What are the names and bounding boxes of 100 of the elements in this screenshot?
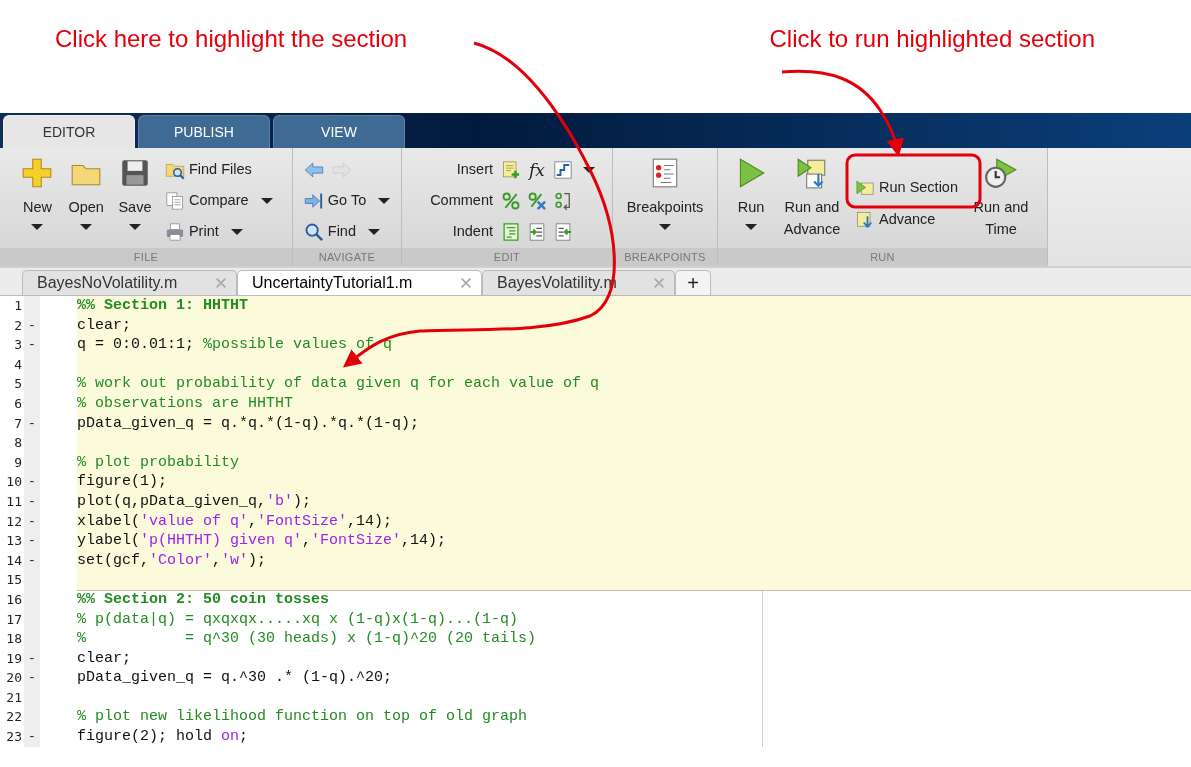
percent-remove-icon	[527, 190, 547, 211]
code-line: ylabel('p(HHTHT) given q','FontSize',14);	[77, 532, 447, 550]
toolbar-button[interactable]: Compare	[162, 185, 275, 216]
indent-icon	[527, 221, 547, 242]
toolstrip-tab[interactable]: EDITOR	[3, 115, 135, 148]
line-number: 1	[13, 297, 23, 315]
smart-indent-icon	[501, 221, 521, 242]
line-number: 14	[5, 551, 23, 570]
toolbar-button[interactable]	[553, 159, 573, 180]
code-line: clear;	[77, 316, 131, 334]
toolbar-button[interactable]	[553, 221, 573, 242]
code-line: % p(data|q) = qxqxqx.....xq x (1-q)x(1-q)...(1-q)	[77, 610, 519, 628]
group-label: BREAKPOINTS	[613, 248, 717, 266]
percent-icon	[501, 190, 521, 211]
code-line: % plot new likelihood function on top of old graph	[77, 708, 528, 726]
code-line: pData_given_q = q.*q.*(1-q).*q.*(1-q);	[77, 414, 420, 432]
file-tab[interactable]: UncertaintyTutorial1.m	[237, 270, 482, 295]
insert-document-icon	[501, 159, 521, 180]
run-section-icon	[855, 178, 875, 198]
toolbar-button[interactable]	[553, 190, 573, 211]
toolbar-button[interactable]: Run and Advance	[779, 154, 845, 248]
stopwatch-play-icon	[984, 156, 1018, 190]
executable-marker: -	[28, 415, 36, 431]
line-number: 16	[5, 590, 23, 609]
group-label: RUN	[718, 248, 1047, 266]
line-number: 7	[13, 414, 23, 433]
percent-wrap-icon	[553, 190, 573, 211]
new-tab-button[interactable]: +	[675, 270, 711, 295]
line-number: 12	[5, 512, 23, 531]
executable-marker: -	[28, 317, 36, 333]
code-line: xlabel('value of q','FontSize',14);	[77, 512, 393, 530]
documents-icon	[164, 190, 185, 211]
toolbar-button[interactable]: Print	[162, 216, 275, 247]
file-tab[interactable]: BayesNoVolatility.m	[22, 270, 237, 295]
advance-icon	[855, 210, 875, 230]
toolbar-button[interactable]: Run Section	[853, 172, 960, 204]
line-number: 3	[13, 336, 23, 355]
toolbar-button[interactable]: Breakpoints	[623, 154, 707, 248]
executable-marker: -	[28, 650, 36, 666]
toolbar-button[interactable]	[501, 221, 521, 242]
toolbar-button[interactable]: Advance	[853, 204, 960, 236]
line-number: 15	[5, 571, 23, 590]
close-icon	[459, 276, 473, 290]
code-line: pData_given_q = q.^30 .* (1-q).^20;	[77, 669, 393, 687]
line-number: 4	[13, 355, 23, 374]
line-number: 5	[13, 375, 23, 394]
toolbar-button[interactable]: New	[17, 154, 58, 248]
code-line: figure(1);	[77, 473, 167, 491]
executable-marker: -	[28, 533, 36, 549]
line-number: 21	[5, 688, 23, 707]
code-line: q = 0:0.01:1; %possible values of q	[77, 336, 393, 354]
code-line: % plot probability	[77, 453, 240, 471]
code-line: %% Section 1: HHTHT	[77, 297, 249, 314]
line-number: 8	[13, 434, 23, 453]
row-label: Comment	[429, 190, 493, 210]
executable-marker: -	[28, 337, 36, 353]
toolbar-button[interactable]: Find Files	[162, 154, 275, 185]
line-number: 11	[5, 492, 23, 511]
line-number: 22	[5, 708, 23, 727]
code-line: % observations are HHTHT	[77, 394, 294, 412]
code-line: %% Section 2: 50 coin tosses	[77, 590, 330, 608]
group-label: NAVIGATE	[293, 248, 401, 266]
annotation-text: Click to run highlighted section	[769, 24, 1095, 54]
toolbar-button[interactable]: Find	[301, 216, 393, 247]
group-label: EDIT	[402, 248, 612, 266]
annotation-text: Click here to highlight the section	[55, 24, 408, 54]
code-line: % work out probability of data given q for each value of q	[77, 375, 600, 393]
toolbar-button[interactable]	[527, 221, 547, 242]
code-line: plot(q,pData_given_q,'b');	[77, 492, 312, 510]
step-chart-icon	[553, 159, 573, 180]
line-number: 9	[13, 453, 23, 472]
search-icon	[303, 221, 324, 242]
outdent-icon	[553, 221, 573, 242]
line-number: 20	[5, 669, 23, 688]
line-number: 2	[13, 316, 23, 335]
line-number: 18	[5, 630, 23, 649]
code-line: % = q^30 (30 heads) x (1-q)^20 (20 tails)	[77, 630, 537, 648]
toolbar-button[interactable]	[501, 159, 521, 180]
printer-icon	[164, 221, 185, 242]
row-label: Indent	[451, 221, 493, 241]
toolstrip-tab[interactable]: PUBLISH	[138, 115, 270, 148]
executable-marker: -	[28, 474, 36, 490]
code-line: clear;	[77, 649, 131, 667]
toolbar-button[interactable]: Save	[114, 154, 155, 248]
back-arrow-icon	[303, 159, 324, 180]
close-icon	[652, 276, 666, 290]
toolbar-button[interactable]	[501, 190, 521, 211]
toolbar-button[interactable]: Go To	[301, 185, 393, 216]
close-icon	[214, 276, 228, 290]
toolbar-button[interactable]: Open	[65, 154, 107, 248]
toolstrip-tab[interactable]: VIEW	[273, 115, 405, 148]
executable-marker: -	[28, 729, 36, 745]
line-number: 6	[13, 394, 23, 413]
line-number: 17	[5, 610, 23, 629]
executable-marker: -	[28, 493, 36, 509]
line-number: 19	[5, 649, 23, 668]
toolbar-button[interactable]	[527, 190, 547, 211]
toolbar-button[interactable]: Run	[731, 154, 771, 248]
code-line: set(gcf,'Color','w');	[77, 551, 267, 569]
function-button[interactable]: fx	[527, 159, 547, 180]
